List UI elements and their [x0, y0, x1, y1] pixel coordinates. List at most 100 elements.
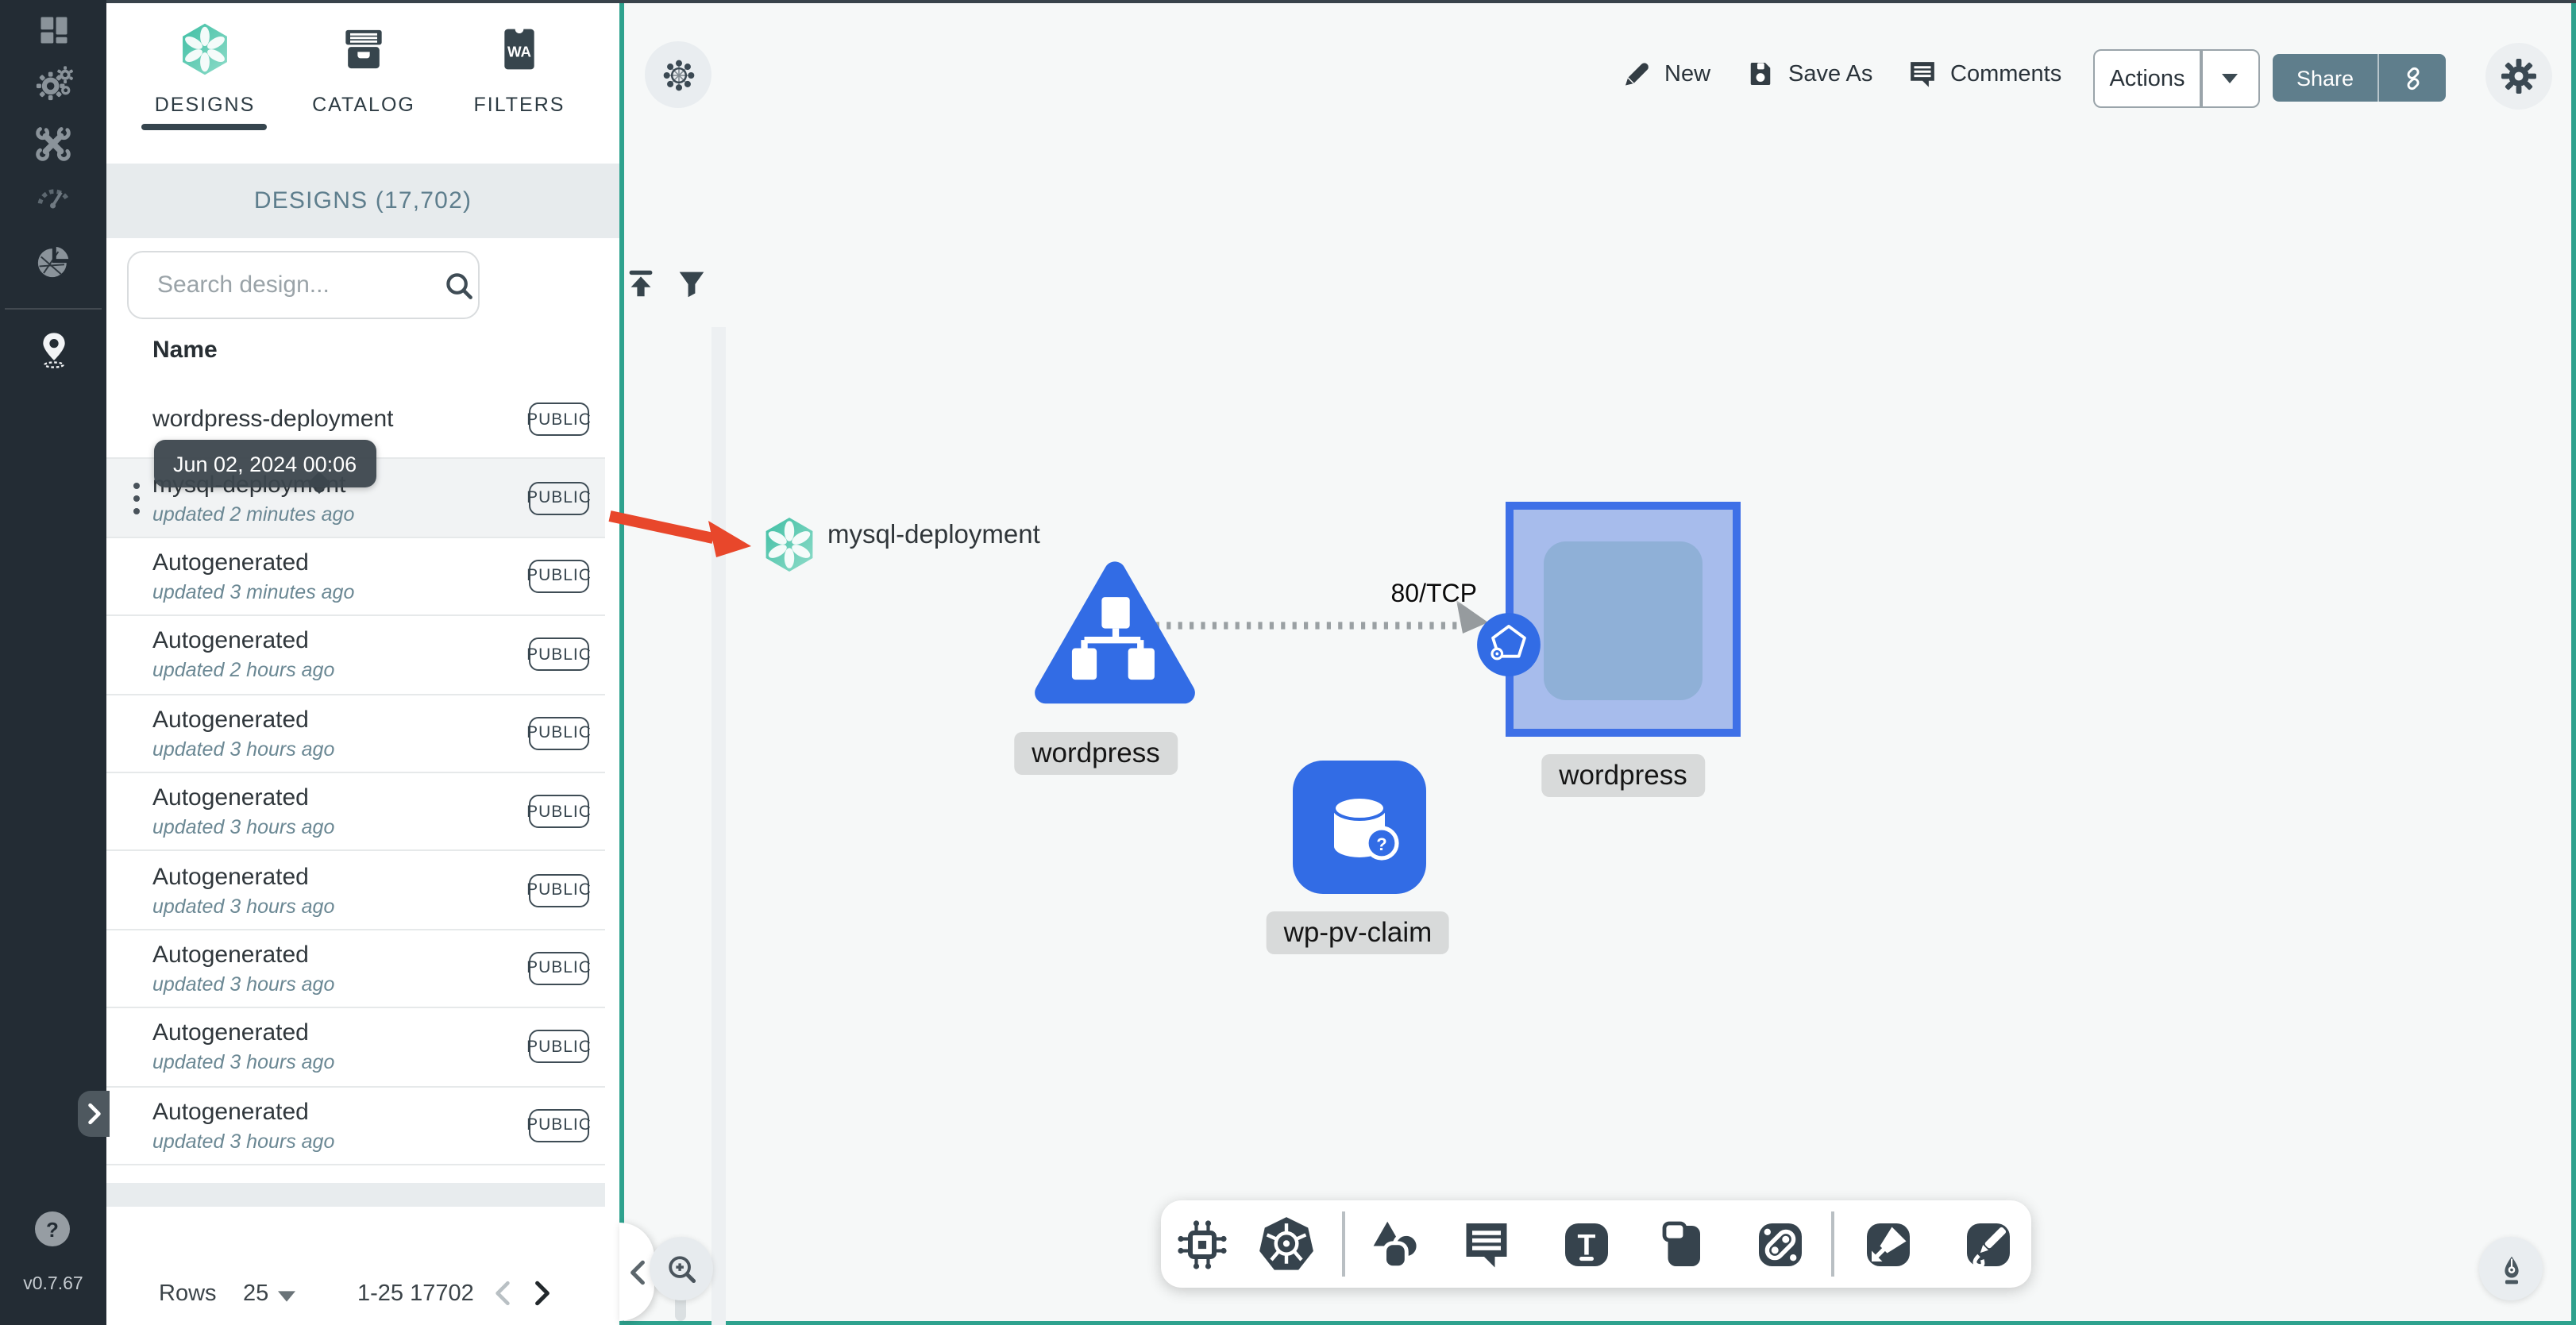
rows-per-page-caret-icon[interactable] [278, 1291, 295, 1302]
design-row[interactable]: Autogenerated updated 3 hours ago PUBLIC [106, 695, 605, 773]
wp-pv-claim-node[interactable]: ? [1293, 761, 1426, 894]
panel-scrollbar-track[interactable] [711, 327, 726, 1325]
visibility-badge: PUBLIC [526, 403, 591, 437]
sidebar-item-performance[interactable] [0, 170, 106, 224]
help-button[interactable]: ? [35, 1211, 70, 1246]
visibility-badge: PUBLIC [526, 795, 591, 829]
sidebar-item-dashboard[interactable] [0, 3, 106, 57]
save-as-label: Save As [1788, 61, 1873, 87]
design-updated: updated 3 minutes ago [152, 580, 355, 603]
visibility-badge: PUBLIC [526, 951, 591, 985]
design-name: Autogenerated [152, 706, 309, 734]
search-icon[interactable] [440, 267, 478, 305]
zoom-in-icon [668, 1255, 696, 1283]
rows-per-page-value[interactable]: 25 [243, 1281, 268, 1307]
note-tool-icon[interactable] [1655, 1215, 1712, 1273]
sidebar-item-kanvas[interactable] [0, 322, 106, 376]
link-chain-icon [2406, 66, 2419, 90]
design-name: Autogenerated [152, 941, 309, 969]
design-row[interactable]: Autogenerated updated 3 hours ago PUBLIC [106, 1008, 605, 1088]
components-chip-icon[interactable] [1174, 1215, 1231, 1273]
panel-tabs: DESIGNS CATALOG WA FILTERS [106, 0, 619, 164]
wp-pv-claim-label: wp-pv-claim [1266, 911, 1450, 954]
comment-tool-icon[interactable] [1458, 1215, 1515, 1273]
chevron-right-icon [87, 1103, 100, 1125]
design-updated: updated 2 minutes ago [152, 503, 355, 526]
design-row[interactable]: Autogenerated updated 2 hours ago PUBLIC [106, 616, 605, 695]
search-input[interactable] [154, 252, 408, 316]
row-menu-icon[interactable] [132, 479, 141, 517]
caret-down-icon [2222, 74, 2239, 83]
sidebar-expand-button[interactable] [78, 1091, 110, 1137]
link-tool-icon[interactable] [1752, 1215, 1809, 1273]
design-name: Autogenerated [152, 549, 309, 576]
wasm-filter-icon: WA [504, 25, 534, 70]
canvas-bottom-toolbar: T [1161, 1200, 2031, 1288]
rows-per-page-label: Rows [159, 1281, 217, 1307]
meshery-app: ? v0.7.67 DESIGNS CATALOG WA FILTERS DES… [0, 0, 2576, 1325]
visibility-badge: PUBLIC [526, 1030, 591, 1064]
new-button[interactable]: New [1620, 57, 1710, 91]
save-floppy-icon [1750, 63, 1771, 85]
design-name: Autogenerated [152, 1098, 309, 1126]
previous-page-icon[interactable] [494, 1280, 511, 1307]
pencil-icon [1625, 63, 1649, 86]
copy-link-button[interactable] [2379, 64, 2446, 91]
gear-icon [2501, 59, 2536, 94]
text-tool-icon[interactable]: T [1558, 1215, 1615, 1273]
wordpress-service-label: wordpress [1014, 732, 1178, 775]
upload-design-icon[interactable] [623, 265, 659, 302]
meshery-spiral-icon [183, 23, 227, 75]
designs-panel: DESIGNS CATALOG WA FILTERS DESIGNS (17,7… [106, 0, 726, 1325]
comments-button[interactable]: Comments [1906, 57, 2061, 91]
design-row[interactable]: Autogenerated updated 3 hours ago PUBLIC [106, 772, 605, 852]
next-page-icon[interactable] [534, 1280, 551, 1307]
catalog-archive-icon [345, 29, 382, 69]
actions-button[interactable]: Actions [2093, 49, 2260, 108]
edge-pen-tool-icon[interactable] [1860, 1215, 1917, 1273]
freehand-pencil-tool-icon[interactable] [1960, 1215, 2017, 1273]
annotation-pen-button[interactable] [2479, 1237, 2543, 1300]
red-annotation-arrow [608, 510, 751, 557]
tab-catalog-label: CATALOG [312, 94, 415, 116]
visibility-badge: PUBLIC [526, 637, 591, 672]
toolbar-divider [1342, 1211, 1344, 1277]
kubernetes-icon[interactable] [1256, 1214, 1317, 1274]
design-row[interactable]: Autogenerated updated 3 hours ago PUBLIC [106, 851, 605, 930]
actions-label: Actions [2109, 66, 2185, 91]
tab-filters[interactable]: WA FILTERS [448, 19, 591, 146]
filter-funnel-icon[interactable] [673, 265, 710, 302]
design-row[interactable]: Autogenerated updated 3 minutes ago PUBLIC [106, 537, 605, 617]
design-updated: updated 2 hours ago [152, 659, 335, 682]
shapes-tool-icon[interactable] [1367, 1215, 1425, 1273]
window-top-hairline [106, 0, 2576, 3]
edge-port-label: 80/TCP [1390, 581, 1478, 608]
wordpress-service-node[interactable] [1032, 553, 1197, 721]
design-updated: updated 3 hours ago [152, 738, 335, 761]
zoom-in-button[interactable] [650, 1237, 713, 1300]
design-name: Autogenerated [152, 863, 309, 891]
design-row[interactable]: Autogenerated updated 3 hours ago PUBLIC [106, 1087, 605, 1165]
text-tool-glyph: T [1578, 1227, 1596, 1261]
design-name: Autogenerated [152, 1019, 309, 1047]
share-button[interactable]: Share [2273, 54, 2446, 102]
visibility-badge: PUBLIC [526, 1108, 591, 1142]
design-updated: updated 3 hours ago [152, 1130, 335, 1153]
comments-label: Comments [1950, 61, 2062, 87]
wordpress-deployment-inner [1544, 541, 1703, 700]
save-as-button[interactable]: Save As [1744, 57, 1872, 91]
visibility-badge: PUBLIC [526, 873, 591, 907]
new-label: New [1664, 61, 1711, 87]
settings-button[interactable] [2485, 43, 2552, 110]
mysql-deployment-node-label: mysql-deployment [827, 521, 1040, 549]
sidebar-item-extensions[interactable] [0, 235, 106, 289]
tab-catalog[interactable]: CATALOG [292, 19, 435, 146]
sidebar-item-lifecycle[interactable] [0, 56, 106, 110]
gauge-icon [37, 188, 70, 208]
sidebar-item-configuration[interactable] [0, 116, 106, 170]
canvas-menu-button[interactable] [645, 41, 711, 108]
tab-designs-label: DESIGNS [154, 94, 256, 116]
actions-dropdown[interactable] [2202, 73, 2258, 84]
deployment-port-badge[interactable] [1475, 611, 1542, 678]
design-row[interactable]: Autogenerated updated 3 hours ago PUBLIC [106, 930, 605, 1009]
